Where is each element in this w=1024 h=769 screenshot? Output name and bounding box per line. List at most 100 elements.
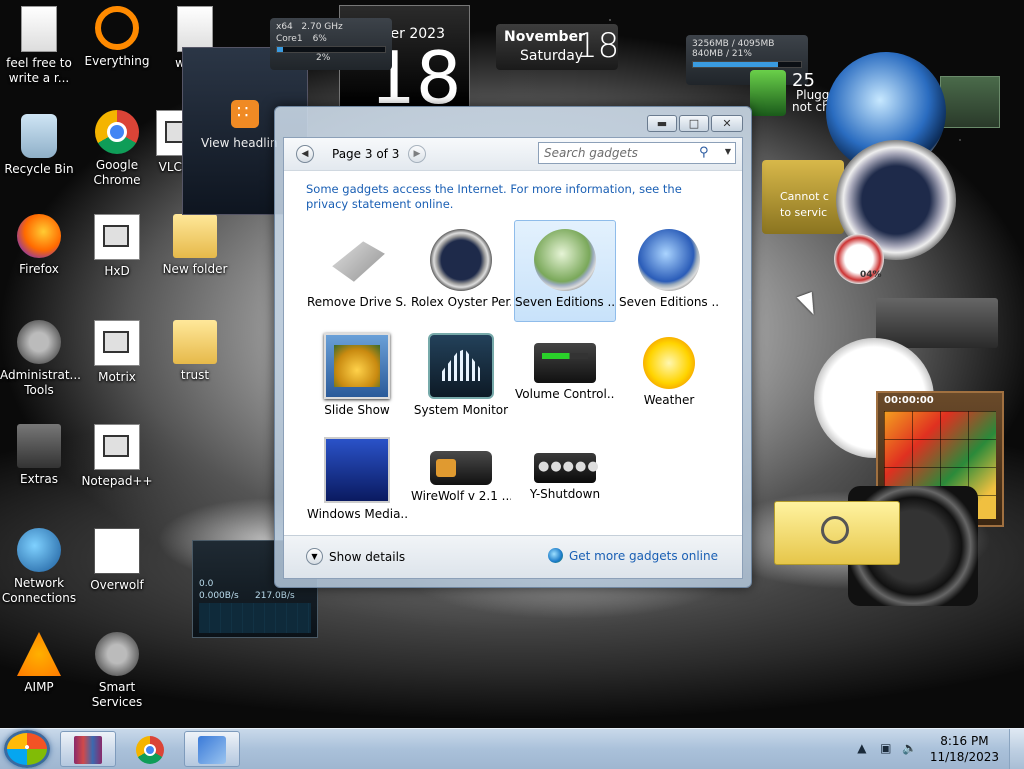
blank-gadget[interactable] bbox=[876, 298, 998, 348]
gadget-tile-seven-editions-green[interactable]: Seven Editions ... bbox=[514, 220, 616, 322]
gallery-content: ◀ Page 3 of 3 ▶ ⚲ ▼ Some gadgets access … bbox=[283, 137, 743, 579]
chrome-icon bbox=[95, 110, 139, 154]
no-entry-icon bbox=[821, 516, 849, 544]
desktop-icon-network-connections[interactable]: Network Connections bbox=[0, 528, 78, 606]
aimp-icon bbox=[17, 632, 61, 676]
desktop-icon-admin-tools[interactable]: Administrat... Tools bbox=[0, 320, 81, 398]
desktop-icon-notepad-plus[interactable]: Notepad++ bbox=[78, 424, 156, 489]
motrix-icon bbox=[94, 320, 140, 366]
cpu-meter-gadget[interactable]: x64 2.70 GHz Core1 6% 2% bbox=[270, 18, 392, 70]
text-document-icon bbox=[177, 6, 213, 52]
desktop-icon-everything[interactable]: Everything bbox=[78, 6, 156, 69]
gadget-tile-seven-editions-blue[interactable]: Seven Editions ... bbox=[618, 220, 720, 322]
gadget-tile-rolex[interactable]: Rolex Oyster Per... bbox=[410, 220, 512, 322]
search-box[interactable]: ⚲ ▼ bbox=[538, 142, 736, 164]
chevron-down-icon[interactable]: ▼ bbox=[725, 147, 731, 156]
show-desktop-button[interactable] bbox=[1009, 729, 1024, 769]
windows-media-center-icon bbox=[324, 437, 390, 503]
next-page-button[interactable]: ▶ bbox=[408, 145, 426, 163]
start-button[interactable] bbox=[4, 730, 50, 768]
hxd-icon bbox=[94, 214, 140, 260]
system-monitor-icon bbox=[428, 333, 494, 399]
folder-icon bbox=[173, 214, 217, 258]
taskbar-winrar-button[interactable] bbox=[60, 731, 116, 767]
explorer-icon bbox=[198, 736, 226, 764]
notepad-plus-icon bbox=[94, 424, 140, 470]
gallery-footer: ▼ Show details Get more gadgets online bbox=[284, 535, 742, 578]
slide-show-icon bbox=[324, 333, 390, 399]
shutdown-icon bbox=[534, 453, 600, 483]
chrome-icon bbox=[136, 736, 164, 764]
chevron-up-icon[interactable]: ▲ bbox=[854, 741, 870, 757]
maximize-button[interactable]: □ bbox=[679, 115, 709, 132]
system-tray: ▲ ▣ 🔈 8:16 PM 11/18/2023 bbox=[850, 729, 1024, 769]
desktop-icon-motrix[interactable]: Motrix bbox=[78, 320, 156, 385]
privacy-link[interactable]: Some gadgets access the Internet. For mo… bbox=[306, 182, 716, 212]
desktop-icon-recycle-bin[interactable]: Recycle Bin bbox=[0, 114, 78, 177]
gadget-tile-weather[interactable]: Weather bbox=[618, 324, 720, 426]
desktop: feel free to write a r... Everything www… bbox=[0, 0, 1024, 728]
desktop-icon-text-file[interactable]: feel free to write a r... bbox=[0, 6, 78, 86]
network-icon bbox=[17, 528, 61, 572]
network-graph bbox=[199, 603, 311, 633]
admin-tools-icon bbox=[17, 320, 61, 364]
taskbar-clock[interactable]: 8:16 PM 11/18/2023 bbox=[930, 733, 999, 765]
gadget-tile-volume-control[interactable]: Volume Control... bbox=[514, 324, 616, 426]
everything-search-icon bbox=[95, 6, 139, 50]
gadget-tile-slide-show[interactable]: Slide Show bbox=[306, 324, 408, 426]
gadget-tile-remove-drive[interactable]: Remove Drive S... bbox=[306, 220, 408, 322]
desktop-icon-aimp[interactable]: AIMP bbox=[0, 632, 78, 695]
seven-blue-clock-icon bbox=[638, 229, 700, 291]
minimize-button[interactable]: ▬ bbox=[647, 115, 677, 132]
taskbar-chrome-button[interactable] bbox=[122, 731, 178, 767]
search-input[interactable] bbox=[544, 146, 694, 160]
desktop-icon-extras[interactable]: Extras bbox=[0, 424, 78, 487]
desktop-icon-hxd[interactable]: HxD bbox=[78, 214, 156, 279]
desktop-icon-firefox[interactable]: Firefox bbox=[0, 214, 78, 277]
taskbar-explorer-button[interactable] bbox=[184, 731, 240, 767]
rolex-clock-icon bbox=[430, 229, 492, 291]
taskbar: ▲ ▣ 🔈 8:16 PM 11/18/2023 bbox=[0, 728, 1024, 769]
folder-icon bbox=[173, 320, 217, 364]
show-details-button[interactable]: ▼ Show details bbox=[306, 548, 405, 565]
folder-icon bbox=[17, 424, 61, 468]
date-gadget[interactable]: November Saturday 18 bbox=[496, 24, 619, 70]
wirewolf-icon bbox=[430, 451, 492, 485]
desktop-icon-trust[interactable]: trust bbox=[156, 320, 234, 383]
prev-page-button[interactable]: ◀ bbox=[296, 145, 314, 163]
volume-control-icon bbox=[534, 343, 596, 383]
gallery-nav-bar: ◀ Page 3 of 3 ▶ ⚲ ▼ bbox=[284, 138, 742, 171]
desktop-icon-overwolf[interactable]: Overwolf bbox=[78, 528, 156, 593]
page-indicator: Page 3 of 3 bbox=[332, 147, 400, 161]
services-icon bbox=[95, 632, 139, 676]
close-button[interactable]: ✕ bbox=[711, 115, 743, 132]
winrar-icon bbox=[74, 736, 102, 764]
cpu-gauge-gadget[interactable]: 04% bbox=[834, 234, 908, 290]
gadget-tile-windows-media[interactable]: Windows Media... bbox=[306, 428, 408, 530]
battery-plug-icon bbox=[750, 70, 786, 116]
search-icon[interactable]: ⚲ bbox=[699, 145, 713, 160]
gpu-gadget[interactable] bbox=[940, 76, 1000, 128]
get-more-gadgets-link[interactable]: Get more gadgets online bbox=[547, 548, 718, 563]
weather-sun-icon bbox=[643, 337, 695, 389]
weather-error-gadget[interactable]: Cannot c to servic bbox=[762, 160, 844, 234]
recycle-bin-icon bbox=[21, 114, 57, 158]
text-document-icon bbox=[21, 6, 57, 52]
memory-bar bbox=[692, 61, 802, 68]
cpu-core1-bar bbox=[276, 46, 386, 53]
chevron-down-icon: ▼ bbox=[306, 548, 323, 565]
seven-green-clock-icon bbox=[534, 229, 596, 291]
network-tray-icon[interactable]: ▣ bbox=[878, 741, 894, 757]
gadget-gallery-window[interactable]: ▬ □ ✕ ◀ Page 3 of 3 ▶ ⚲ ▼ Some gadgets a… bbox=[274, 106, 752, 588]
volume-icon[interactable]: 🔈 bbox=[902, 741, 918, 757]
firefox-icon bbox=[17, 214, 61, 258]
desktop-icon-chrome[interactable]: Google Chrome bbox=[78, 110, 156, 188]
gadget-tile-system-monitor[interactable]: System Monitor bbox=[410, 324, 512, 426]
gadget-tile-wirewolf[interactable]: WireWolf v 2.1 ... bbox=[410, 428, 512, 530]
disabled-gadget[interactable] bbox=[774, 501, 900, 565]
desktop-icon-new-folder[interactable]: New folder bbox=[156, 214, 234, 277]
gadget-tile-y-shutdown[interactable]: Y-Shutdown bbox=[514, 428, 616, 530]
overwolf-icon bbox=[94, 528, 140, 574]
desktop-icon-smart-services[interactable]: Smart Services bbox=[78, 632, 156, 710]
window-controls: ▬ □ ✕ bbox=[647, 115, 743, 132]
